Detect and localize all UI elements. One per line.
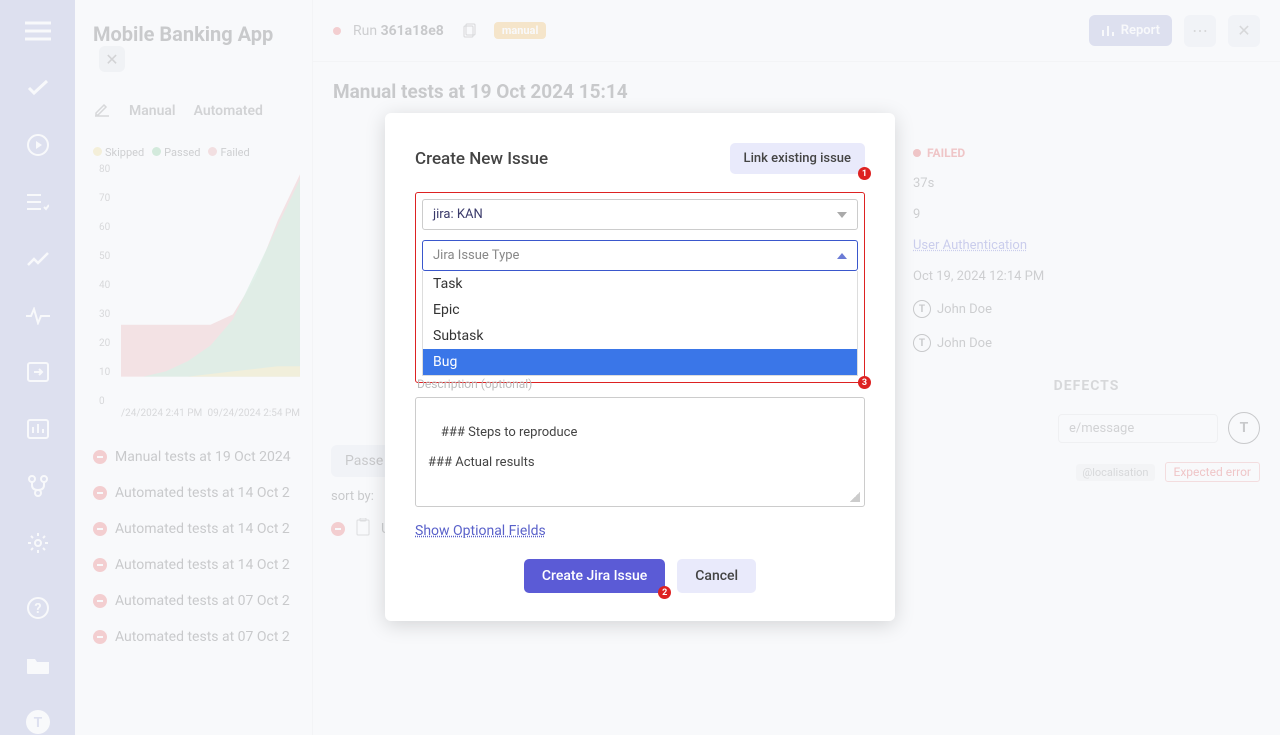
- create-issue-button[interactable]: Create Jira Issue 2: [524, 559, 665, 593]
- chevron-up-icon: [837, 253, 847, 259]
- cancel-button[interactable]: Cancel: [677, 559, 756, 593]
- annotation-badge-3: 3: [858, 376, 871, 389]
- issue-type-dropdown: Task Epic Subtask Bug: [422, 271, 858, 376]
- description-label-cut: Description (optional): [417, 377, 532, 391]
- create-issue-modal: Create New Issue Link existing issue 1 j…: [385, 113, 895, 621]
- project-value: jira: KAN: [433, 207, 483, 222]
- issue-type-select[interactable]: Jira Issue Type: [422, 240, 858, 271]
- description-textarea[interactable]: ### Steps to reproduce ### Actual result…: [415, 397, 865, 507]
- option-epic[interactable]: Epic: [423, 297, 857, 323]
- chevron-down-icon: [837, 212, 847, 218]
- show-optional-link[interactable]: Show Optional Fields: [415, 523, 546, 539]
- project-select[interactable]: jira: KAN: [422, 199, 858, 230]
- option-task[interactable]: Task: [423, 271, 857, 297]
- link-existing-button[interactable]: Link existing issue 1: [730, 143, 865, 174]
- description-content: ### Steps to reproduce ### Actual result…: [428, 425, 577, 470]
- annotation-badge-1: 1: [858, 167, 871, 180]
- modal-title: Create New Issue: [415, 149, 548, 169]
- annotation-badge-2: 2: [658, 586, 671, 599]
- resize-handle-icon[interactable]: [850, 492, 860, 502]
- issue-type-placeholder: Jira Issue Type: [433, 248, 519, 263]
- highlighted-region: jira: KAN Jira Issue Type Task Epic Subt…: [415, 192, 865, 383]
- option-bug[interactable]: Bug: [423, 349, 857, 375]
- option-subtask[interactable]: Subtask: [423, 323, 857, 349]
